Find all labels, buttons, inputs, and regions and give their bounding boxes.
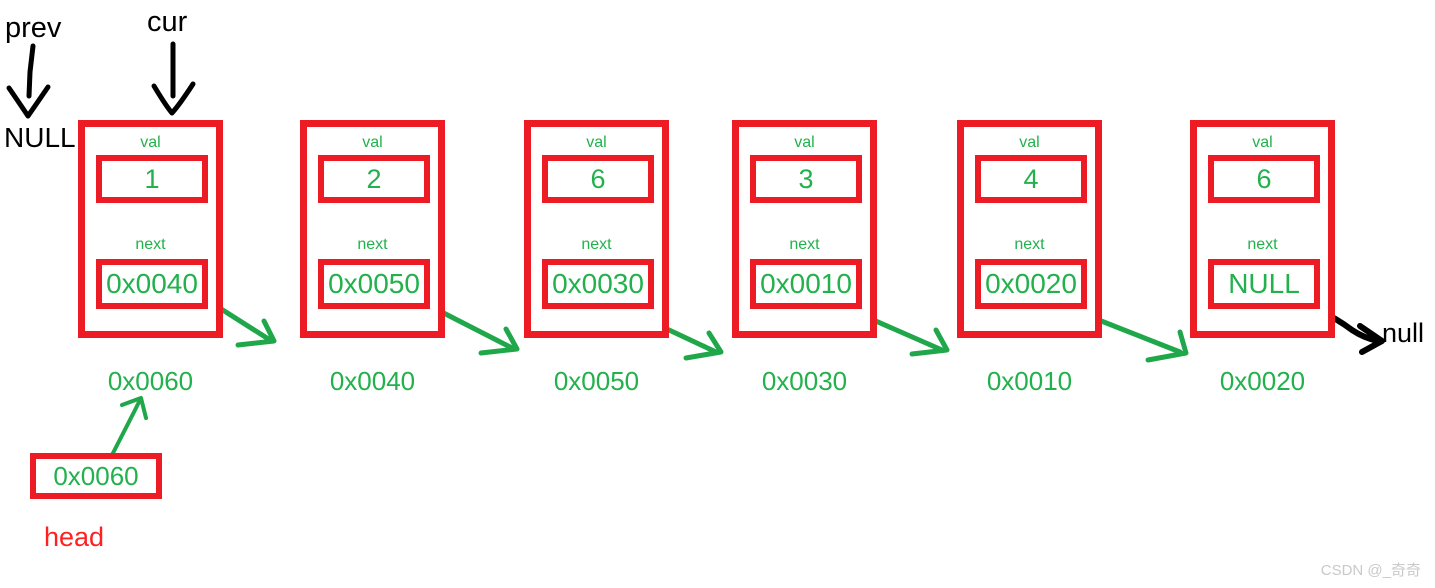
next-value: 0x0010 [760, 268, 852, 299]
cur-arrow-icon [151, 41, 196, 116]
head-label: head [44, 522, 105, 552]
val-slot[interactable]: 6 [1208, 155, 1320, 203]
tail-null-text: null [1382, 318, 1425, 348]
next-slot[interactable]: 0x0010 [750, 259, 862, 309]
next-field-label: next [357, 236, 388, 253]
node-address-caption: 0x0060 [107, 366, 194, 396]
next-value: 0x0020 [985, 268, 1077, 299]
next-field-label: next [135, 236, 166, 253]
list-node[interactable]: val 3 next 0x0010 [732, 120, 877, 338]
next-value: 0x0030 [552, 268, 644, 299]
val-field-label: val [1252, 134, 1273, 151]
next-slot[interactable]: 0x0050 [318, 259, 430, 309]
node-address-caption: 0x0020 [1219, 366, 1306, 396]
next-value: 0x0050 [328, 268, 420, 299]
val-field-label: val [586, 134, 607, 151]
val-value: 6 [1256, 163, 1272, 194]
val-slot[interactable]: 4 [975, 155, 1087, 203]
list-node[interactable]: val 2 next 0x0050 [300, 120, 445, 338]
next-value: 0x0040 [106, 268, 198, 299]
prev-arrow-icon [6, 43, 51, 119]
val-slot[interactable]: 2 [318, 155, 430, 203]
next-slot[interactable]: 0x0020 [975, 259, 1087, 309]
node-address-caption: 0x0030 [761, 366, 848, 396]
next-value: NULL [1228, 268, 1300, 299]
next-slot[interactable]: NULL [1208, 259, 1320, 309]
next-field-label: next [581, 236, 612, 253]
diagram-canvas: prev cur NULL null val 1 next 0x0040 0x0… [0, 0, 1435, 588]
val-slot[interactable]: 6 [542, 155, 654, 203]
node-address-caption: 0x0040 [329, 366, 416, 396]
list-node[interactable]: val 4 next 0x0020 [957, 120, 1102, 338]
next-field-label: next [789, 236, 820, 253]
val-slot[interactable]: 3 [750, 155, 862, 203]
next-field-label: next [1014, 236, 1045, 253]
val-value: 3 [798, 163, 814, 194]
val-value: 1 [144, 163, 160, 194]
val-slot[interactable]: 1 [96, 155, 208, 203]
cur-pointer-label: cur [147, 6, 188, 38]
prev-pointer-label: prev [5, 12, 62, 44]
prev-null-text: NULL [4, 122, 76, 153]
next-slot[interactable]: 0x0040 [96, 259, 208, 309]
next-slot[interactable]: 0x0030 [542, 259, 654, 309]
next-field-label: next [1247, 236, 1278, 253]
node-address-caption: 0x0050 [553, 366, 640, 396]
head-pointer-value: 0x0060 [53, 461, 139, 491]
list-node[interactable]: val 1 next 0x0040 [78, 120, 223, 338]
val-field-label: val [140, 134, 161, 151]
val-field-label: val [362, 134, 383, 151]
head-arrow-icon [110, 396, 148, 457]
val-value: 4 [1023, 163, 1039, 194]
node-address-caption: 0x0010 [986, 366, 1073, 396]
val-value: 6 [590, 163, 606, 194]
val-field-label: val [1019, 134, 1040, 151]
head-pointer-box[interactable]: 0x0060 [30, 453, 162, 499]
watermark: CSDN @_奇奇 [1320, 562, 1421, 579]
list-node[interactable]: val 6 next 0x0030 [524, 120, 669, 338]
val-field-label: val [794, 134, 815, 151]
list-node[interactable]: val 6 next NULL [1190, 120, 1335, 338]
val-value: 2 [366, 163, 382, 194]
